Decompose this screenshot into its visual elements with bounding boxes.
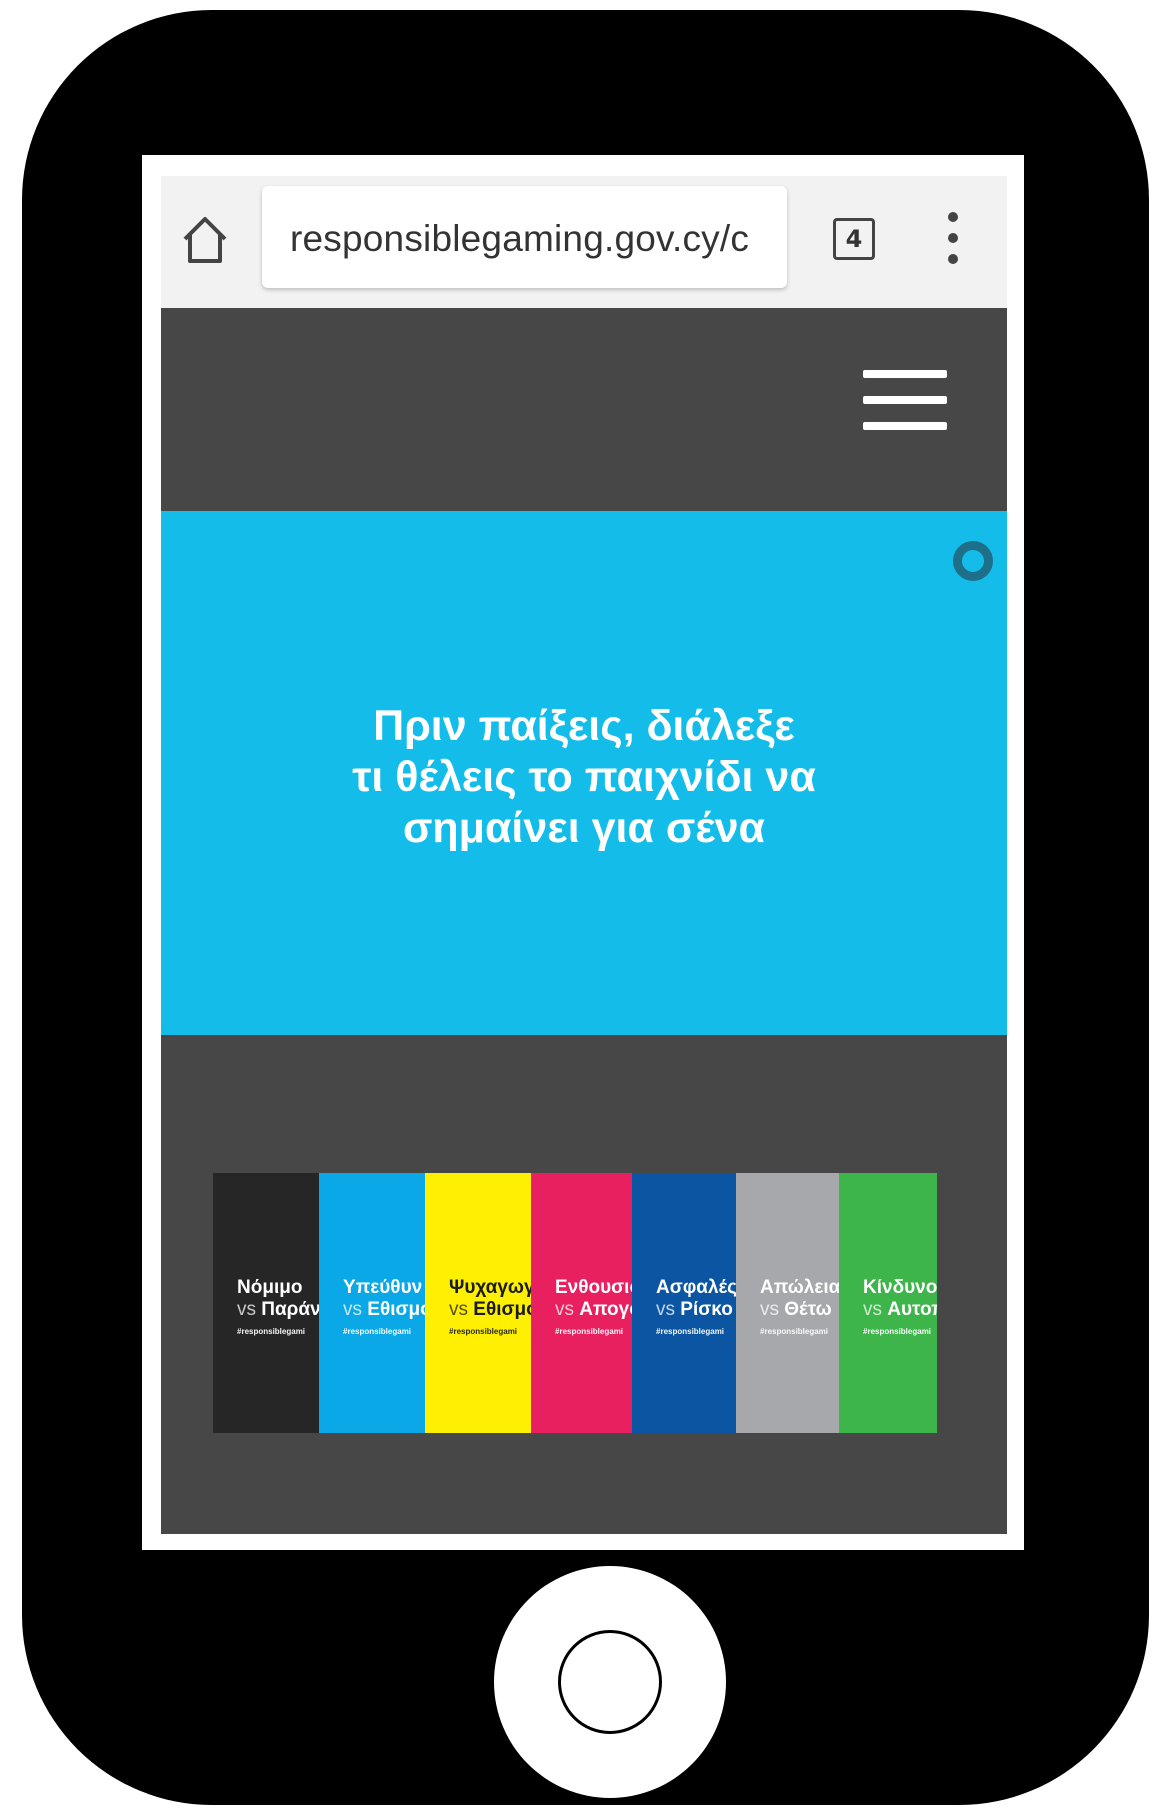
card-word: Ρίσκο	[680, 1299, 733, 1320]
card-word: Θέτω	[784, 1299, 832, 1320]
home-icon[interactable]	[179, 214, 231, 266]
hero-headline: Πριν παίξεις, διάλεξε τι θέλεις το παιχν…	[161, 701, 1007, 854]
campaign-card[interactable]: Υπεύθυν vs Εθισμό #responsiblegami	[319, 1173, 425, 1433]
card-vs: vs	[237, 1299, 256, 1320]
card-title: Ενθουσιο	[555, 1277, 632, 1298]
card-hashtag: #responsiblegami	[863, 1327, 932, 1336]
card-word: Παράν	[261, 1299, 319, 1320]
hamburger-menu-icon[interactable]	[863, 370, 947, 432]
card-vs: vs	[760, 1299, 779, 1320]
hero-line: τι θέλεις το παιχνίδι να	[352, 753, 816, 801]
campaign-card[interactable]: Ψυχαγωγ vs Εθισμό #responsiblegami	[425, 1173, 531, 1433]
card-hashtag: #responsiblegami	[237, 1327, 306, 1336]
tab-count: 4	[845, 225, 863, 253]
card-vs: vs	[656, 1299, 675, 1320]
card-vs: vs	[863, 1299, 882, 1320]
card-word: Εθισμό	[367, 1299, 425, 1320]
card-word: Απογο	[579, 1299, 632, 1320]
campaign-card[interactable]: Απώλεια vs Θέτω #responsiblegami	[736, 1173, 839, 1433]
card-hashtag: #responsiblegami	[449, 1327, 518, 1336]
card-word: Αυτοπ	[887, 1299, 937, 1320]
url-bar[interactable]: responsiblegaming.gov.cy/c	[262, 186, 787, 288]
browser-toolbar: responsiblegaming.gov.cy/c 4	[161, 176, 1007, 308]
hero-banner: Πριν παίξεις, διάλεξε τι θέλεις το παιχν…	[161, 511, 1007, 1035]
card-hashtag: #responsiblegami	[656, 1327, 725, 1336]
campaign-card[interactable]: Ασφαλές vs Ρίσκο #responsiblegami	[632, 1173, 736, 1433]
card-vs: vs	[343, 1299, 362, 1320]
campaign-cards: Νόμιμο vs Παράν #responsiblegami Υπεύθυν…	[213, 1173, 937, 1433]
card-title: Νόμιμο	[237, 1277, 303, 1298]
card-title: Απώλεια	[760, 1277, 839, 1298]
campaign-card[interactable]: Νόμιμο vs Παράν #responsiblegami	[213, 1173, 319, 1433]
card-hashtag: #responsiblegami	[760, 1327, 829, 1336]
card-word: Εθισμό	[473, 1299, 531, 1320]
card-vs: vs	[449, 1299, 468, 1320]
card-title: Υπεύθυν	[343, 1277, 423, 1298]
slider-dot-icon[interactable]	[953, 541, 993, 581]
phone-home-button[interactable]	[494, 1566, 726, 1798]
tabs-icon[interactable]: 4	[833, 218, 875, 260]
hero-line: Πριν παίξεις, διάλεξε	[373, 702, 795, 750]
browser-viewport: responsiblegaming.gov.cy/c 4 Πριν παίξει…	[161, 176, 1007, 1534]
card-title: Ασφαλές	[656, 1277, 736, 1298]
card-title: Ψυχαγωγ	[449, 1277, 531, 1298]
site-header	[161, 308, 1007, 511]
card-hashtag: #responsiblegami	[343, 1327, 412, 1336]
home-button-ring-icon	[558, 1630, 662, 1734]
card-hashtag: #responsiblegami	[555, 1327, 624, 1336]
card-vs: vs	[555, 1299, 574, 1320]
hero-line: σημαίνει για σένα	[403, 804, 765, 852]
card-title: Κίνδυνος	[863, 1277, 937, 1298]
url-text: responsiblegaming.gov.cy/c	[290, 218, 750, 259]
campaign-card[interactable]: Ενθουσιο vs Απογο #responsiblegami	[531, 1173, 632, 1433]
campaign-card[interactable]: Κίνδυνος vs Αυτοπ #responsiblegami	[839, 1173, 937, 1433]
more-vert-icon[interactable]	[939, 212, 967, 268]
